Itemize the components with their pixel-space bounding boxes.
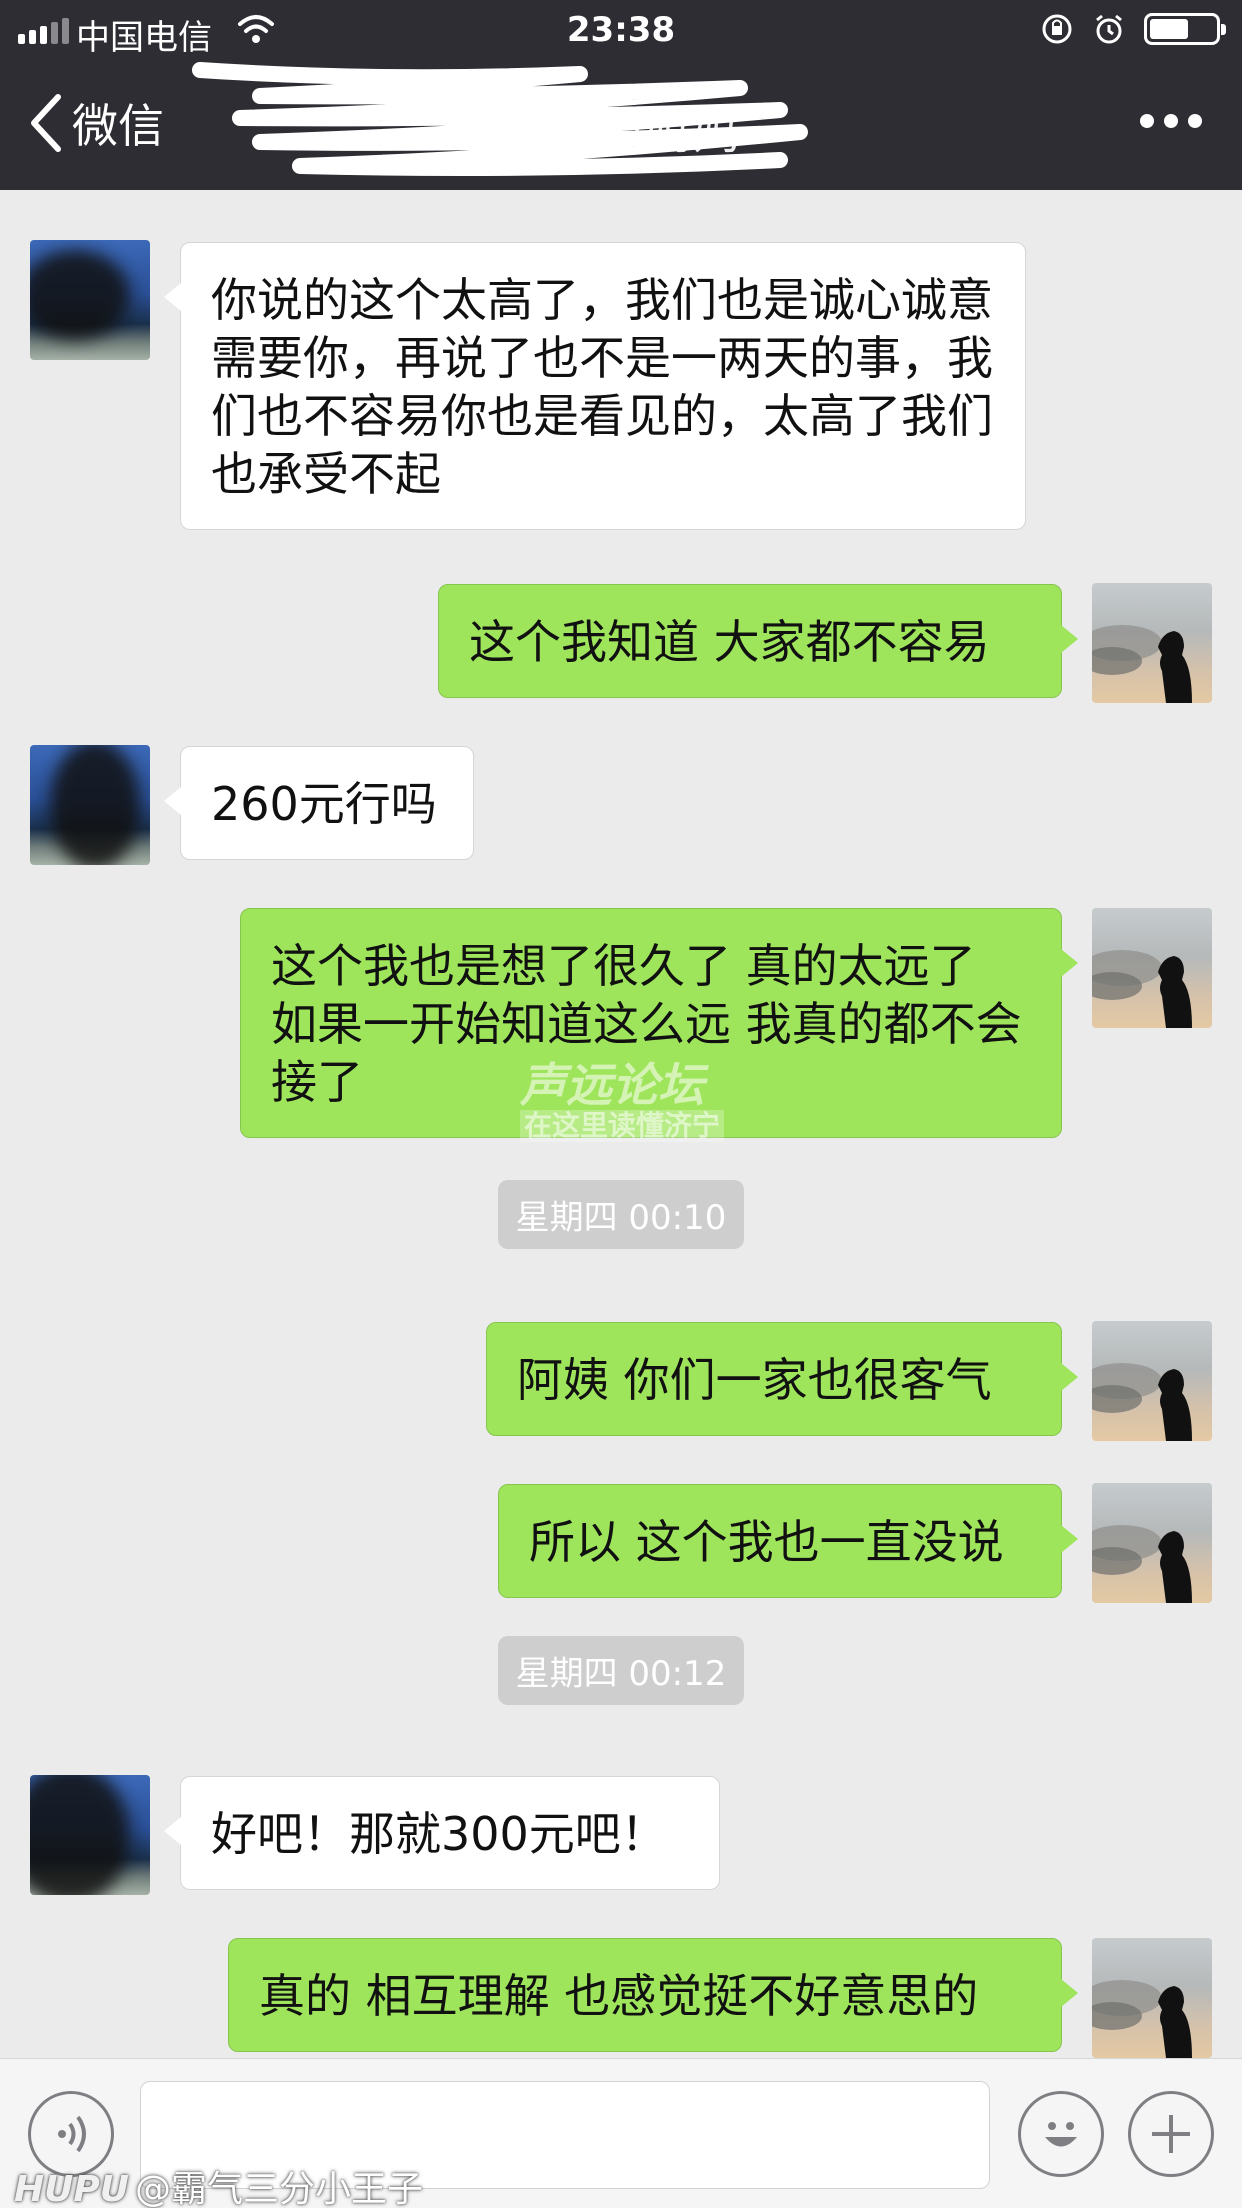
silhouette-avatar-icon — [1092, 1980, 1192, 2058]
avatar-other[interactable] — [30, 1775, 150, 1895]
more-icon[interactable] — [1140, 114, 1202, 128]
message-bubble-received[interactable]: 你说的这个太高了，我们也是诚心诚意需要你，再说了也不是一两天的事，我们也不容易你… — [164, 242, 1026, 530]
avatar-self[interactable] — [1092, 1321, 1212, 1441]
alarm-icon — [1096, 14, 1122, 44]
message-text: 阿姨 你们一家也很客气 — [517, 1353, 992, 1407]
message-text: 真的 相互理解 也感觉挺不好意思的 — [259, 1969, 979, 2023]
status-bar: 中国电信 23:38 — [0, 0, 1242, 62]
avatar-self[interactable] — [1092, 908, 1212, 1028]
timestamp-text: 星期四 00:12 — [497, 1636, 745, 1705]
emoji-button[interactable] — [1018, 2091, 1104, 2177]
message-text: 260元行吗 — [211, 777, 437, 831]
chat-area[interactable]: 你说的这个太高了，我们也是诚心诚意需要你，再说了也不是一两天的事，我们也不容易你… — [0, 190, 1242, 2058]
silhouette-avatar-icon — [1092, 950, 1192, 1028]
hupu-logo: HUPU — [14, 2169, 129, 2208]
timestamp-divider: 星期四 00:12 — [0, 1636, 1242, 1705]
avatar-other[interactable] — [30, 745, 150, 865]
avatar-self[interactable] — [1092, 1483, 1212, 1603]
message-text: 好吧！那就300元吧！ — [211, 1807, 667, 1861]
message-text: 所以 这个我也一直没说 — [529, 1515, 1004, 1569]
watermark-subtitle: 在这里读懂济宁 — [520, 1110, 725, 1142]
forum-watermark: 声远论坛 在这里读懂济宁 — [520, 1058, 725, 1142]
battery-icon — [1144, 13, 1226, 45]
nav-bar: 微信 王芸姐妈妈 — [0, 62, 1242, 190]
avatar-self[interactable] — [1092, 1938, 1212, 2058]
message-bubble-sent[interactable]: 这个我知道 大家都不容易 — [438, 584, 1078, 698]
source-credit: HUPU @霸气三分小王子 — [14, 2160, 423, 2208]
timestamp-text: 星期四 00:10 — [497, 1180, 745, 1249]
silhouette-avatar-icon — [1092, 625, 1192, 703]
redaction-scribble — [192, 62, 808, 176]
message-bubble-sent[interactable]: 阿姨 你们一家也很客气 — [486, 1322, 1078, 1436]
watermark-title: 声远论坛 — [520, 1058, 704, 1112]
message-text: 这个我知道 大家都不容易 — [469, 615, 990, 669]
add-icon — [1152, 2115, 1190, 2153]
voice-icon — [58, 2115, 86, 2153]
message-bubble-received[interactable]: 260元行吗 — [164, 746, 474, 860]
add-button[interactable] — [1128, 2091, 1214, 2177]
avatar-other[interactable] — [30, 240, 150, 360]
silhouette-avatar-icon — [1092, 1525, 1192, 1603]
message-bubble-sent[interactable]: 所以 这个我也一直没说 — [498, 1484, 1078, 1598]
orientation-lock-icon — [1042, 14, 1072, 44]
avatar-self[interactable] — [1092, 583, 1212, 703]
message-bubble-received[interactable]: 好吧！那就300元吧！ — [164, 1776, 720, 1890]
credit-handle: @霸气三分小王子 — [134, 2169, 423, 2208]
timestamp-divider: 星期四 00:10 — [0, 1180, 1242, 1249]
message-bubble-sent[interactable]: 真的 相互理解 也感觉挺不好意思的 — [228, 1938, 1078, 2052]
emoji-icon — [1045, 2122, 1077, 2147]
message-text: 你说的这个太高了，我们也是诚心诚意需要你，再说了也不是一两天的事，我们也不容易你… — [211, 273, 993, 501]
top-bar: 中国电信 23:38 微信 王芸姐妈妈 — [0, 0, 1242, 190]
silhouette-avatar-icon — [1092, 1363, 1192, 1441]
